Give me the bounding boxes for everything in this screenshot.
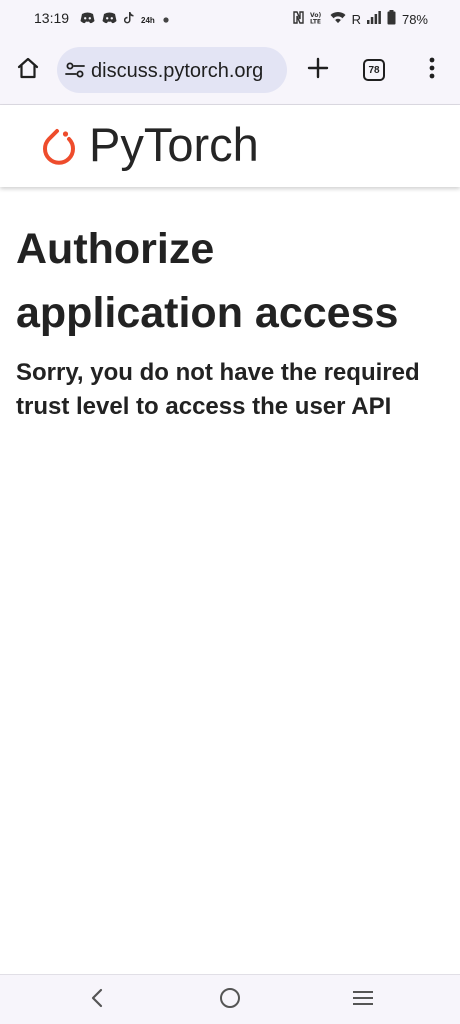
home-circle-icon [219,987,241,1014]
back-icon [89,988,105,1013]
site-header: PyTorch [0,105,460,187]
dot-icon [162,11,170,29]
error-message: Sorry, you do not have the required trus… [16,359,420,420]
url-value: discuss.pytorch.org [91,60,264,82]
battery-percentage: 78% [401,11,428,27]
navigation-bar [0,974,460,1024]
tune-icon[interactable] [65,60,85,80]
recents-button[interactable] [348,985,378,1015]
status-bar: 13:19 24h Vo) LTE R 78% [0,0,460,38]
screen: 13:19 24h Vo) LTE R 78% discuss.pytorch.… [0,0,460,1024]
home-button[interactable] [12,54,44,86]
volte-icon: Vo) LTE [310,11,324,27]
new-tab-button[interactable] [302,54,334,86]
signal-icon [366,11,381,27]
plus-icon [307,57,329,84]
tab-switcher-button[interactable]: 78 [363,59,385,81]
24h-icon: 24h [141,15,155,25]
nfc-icon [292,11,304,27]
more-menu-button[interactable] [420,54,444,86]
page-title: Authorize application access [16,225,399,337]
browser-toolbar: discuss.pytorch.org 78 [0,38,460,105]
url-text[interactable]: discuss.pytorch.org [91,59,281,83]
discord-icon [80,11,95,29]
discord-icon [102,11,117,29]
tab-count: 78 [368,64,380,76]
pytorch-logo-icon[interactable] [42,122,78,168]
home-icon [16,56,40,85]
svg-text:LTE: LTE [310,19,321,25]
back-button[interactable] [82,985,112,1015]
more-vert-icon [429,57,435,84]
tiktok-icon [123,11,134,29]
home-nav-button[interactable] [215,985,245,1015]
address-bar[interactable]: discuss.pytorch.org [57,47,287,93]
site-logo-text[interactable]: PyTorch [89,115,259,175]
status-time: 13:19 [34,10,70,26]
battery-icon [387,10,396,28]
notification-icons: 24h [80,11,170,29]
recents-icon [352,989,374,1012]
system-icons: Vo) LTE R 78% [292,10,428,28]
wifi-icon [330,11,346,27]
roaming-icon: R [351,11,361,27]
